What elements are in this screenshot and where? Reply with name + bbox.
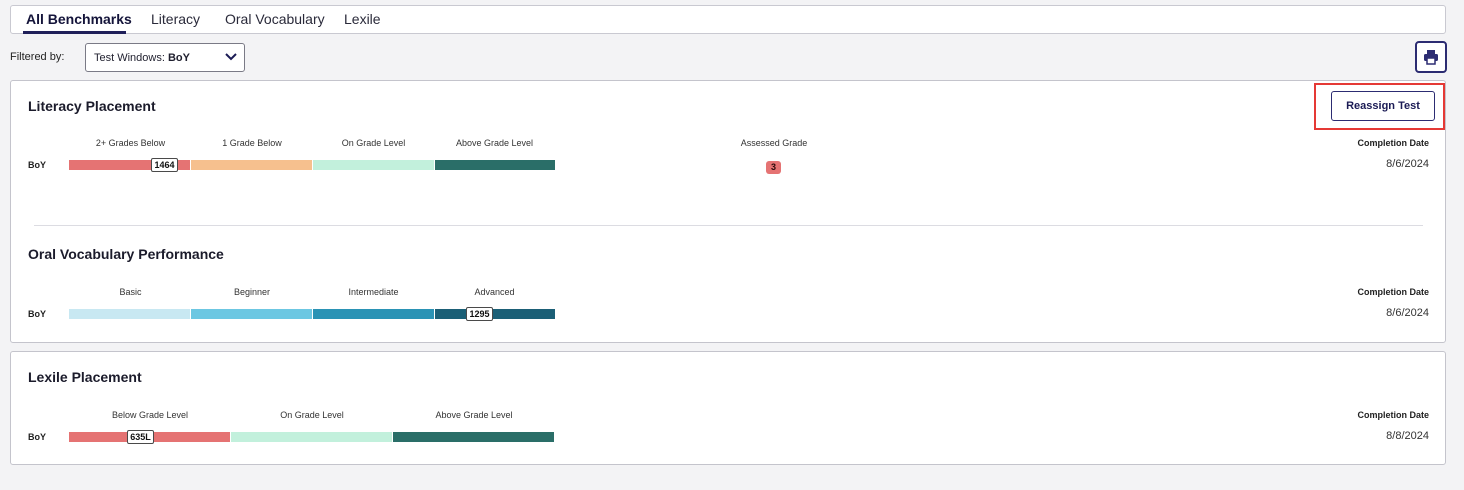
- bar-above-grade-level: [393, 432, 554, 442]
- completion-date-value: 8/6/2024: [1386, 307, 1429, 319]
- band-label: Beginner: [233, 287, 271, 297]
- select-prefix: Test Windows:: [94, 52, 168, 64]
- bar-on-grade-level: [231, 432, 392, 442]
- score-marker: 1464: [151, 158, 178, 172]
- bar-1-grade-below: [191, 160, 312, 170]
- bar-above-grade-level: [435, 160, 555, 170]
- assessed-grade-label: Assessed Grade: [740, 138, 808, 148]
- row-label-boy: BoY: [28, 160, 46, 170]
- completion-date-value: 8/8/2024: [1386, 430, 1429, 442]
- band-label: 1 Grade Below: [222, 138, 282, 148]
- completion-date-label: Completion Date: [1357, 410, 1429, 420]
- tab-lexile[interactable]: Lexile: [344, 11, 381, 27]
- reassign-test-button[interactable]: Reassign Test: [1331, 91, 1435, 121]
- completion-date-value: 8/6/2024: [1386, 158, 1429, 170]
- tab-all-benchmarks[interactable]: All Benchmarks: [26, 11, 132, 27]
- band-label: On Grade Level: [280, 410, 344, 420]
- select-value: BoY: [167, 52, 190, 64]
- row-label-boy: BoY: [28, 432, 46, 442]
- band-label: Below Grade Level: [111, 410, 189, 420]
- band-label: On Grade Level: [341, 138, 406, 148]
- band-label: 2+ Grades Below: [95, 138, 166, 148]
- tab-oral-vocabulary[interactable]: Oral Vocabulary: [225, 11, 325, 27]
- chevron-down-icon: [224, 52, 238, 65]
- oral-vocab-title: Oral Vocabulary Performance: [28, 246, 224, 262]
- test-window-select[interactable]: Test Windows: BoY: [85, 43, 245, 72]
- literacy-oral-card: Literacy Placement Reassign Test 2+ Grad…: [10, 80, 1446, 343]
- completion-date-label: Completion Date: [1357, 287, 1429, 297]
- lexile-card: Lexile Placement Below Grade Level On Gr…: [10, 351, 1446, 465]
- band-label: Intermediate: [348, 287, 399, 297]
- band-label: Above Grade Level: [435, 410, 513, 420]
- band-label: Basic: [119, 287, 142, 297]
- score-marker: 1295: [466, 307, 493, 321]
- active-tab-indicator: [23, 31, 126, 34]
- lexile-title: Lexile Placement: [28, 369, 142, 385]
- bar-basic: [69, 309, 190, 319]
- section-divider: [34, 225, 1423, 226]
- bar-on-grade-level: [313, 160, 434, 170]
- bar-advanced: [435, 309, 555, 319]
- printer-icon: [1424, 50, 1438, 65]
- completion-date-label: Completion Date: [1357, 138, 1429, 148]
- bar-beginner: [191, 309, 312, 319]
- assessed-grade-badge: 3: [766, 161, 781, 174]
- bar-intermediate: [313, 309, 434, 319]
- tab-literacy[interactable]: Literacy: [151, 11, 200, 27]
- filter-label: Filtered by:: [10, 51, 65, 63]
- score-marker: 635L: [127, 430, 154, 444]
- literacy-title: Literacy Placement: [28, 98, 156, 114]
- benchmark-tabs: All Benchmarks Literacy Oral Vocabulary …: [10, 5, 1446, 34]
- row-label-boy: BoY: [28, 309, 46, 319]
- band-label: Advanced: [474, 287, 515, 297]
- print-button[interactable]: [1415, 41, 1447, 73]
- band-label: Above Grade Level: [455, 138, 534, 148]
